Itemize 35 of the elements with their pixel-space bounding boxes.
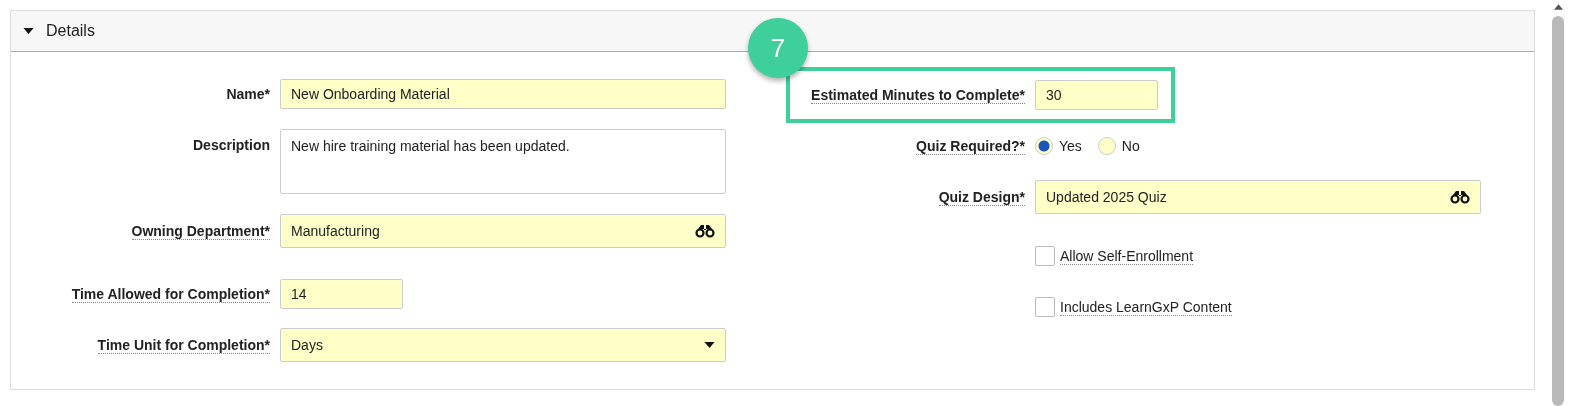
field-value: New Onboarding Material	[291, 86, 450, 102]
binoculars-icon[interactable]	[1450, 190, 1470, 204]
field-value: 14	[291, 286, 307, 302]
input-field[interactable]: 30	[1035, 80, 1158, 110]
radio-option[interactable]: Yes	[1035, 137, 1082, 155]
radio-button[interactable]	[1035, 137, 1053, 155]
field-label: Estimated Minutes to Complete*	[811, 86, 1025, 104]
checkbox[interactable]	[1035, 297, 1055, 317]
checkbox[interactable]	[1035, 246, 1055, 266]
field-value: Updated 2025 Quiz	[1046, 189, 1167, 205]
checkbox-label[interactable]: Includes LearnGxP Content	[1060, 298, 1232, 316]
field-value: Manufacturing	[291, 223, 380, 239]
section-title: Details	[46, 22, 95, 40]
input-field[interactable]: New Onboarding Material	[280, 79, 726, 109]
field-label: Quiz Design*	[938, 188, 1025, 206]
input-field[interactable]: 14	[280, 279, 403, 309]
lookup-field[interactable]: Updated 2025 Quiz	[1035, 180, 1481, 214]
caret-icon	[704, 342, 715, 348]
lookup-field[interactable]: Manufacturing	[280, 214, 726, 248]
field-label: Quiz Required?*	[916, 137, 1025, 155]
field-label: Description	[193, 137, 270, 153]
field-label: Name*	[226, 86, 270, 102]
field-label: Owning Department*	[131, 222, 270, 240]
field-value: New hire training material has been updated.	[291, 138, 570, 154]
scroll-up-icon[interactable]	[1553, 4, 1563, 10]
checkbox-label[interactable]: Allow Self-Enrollment	[1060, 247, 1194, 265]
field-label: Time Unit for Completion*	[97, 336, 270, 354]
binoculars-icon[interactable]	[695, 224, 715, 238]
text-area[interactable]: New hire training material has been updated.	[280, 129, 726, 194]
caret-icon[interactable]	[23, 28, 34, 34]
field-value: 30	[1046, 87, 1062, 103]
radio-button[interactable]	[1097, 137, 1116, 155]
radio-option[interactable]: No	[1097, 137, 1140, 155]
dropdown[interactable]: Days	[280, 328, 726, 362]
field-label: Time Allowed for Completion*	[71, 285, 270, 303]
